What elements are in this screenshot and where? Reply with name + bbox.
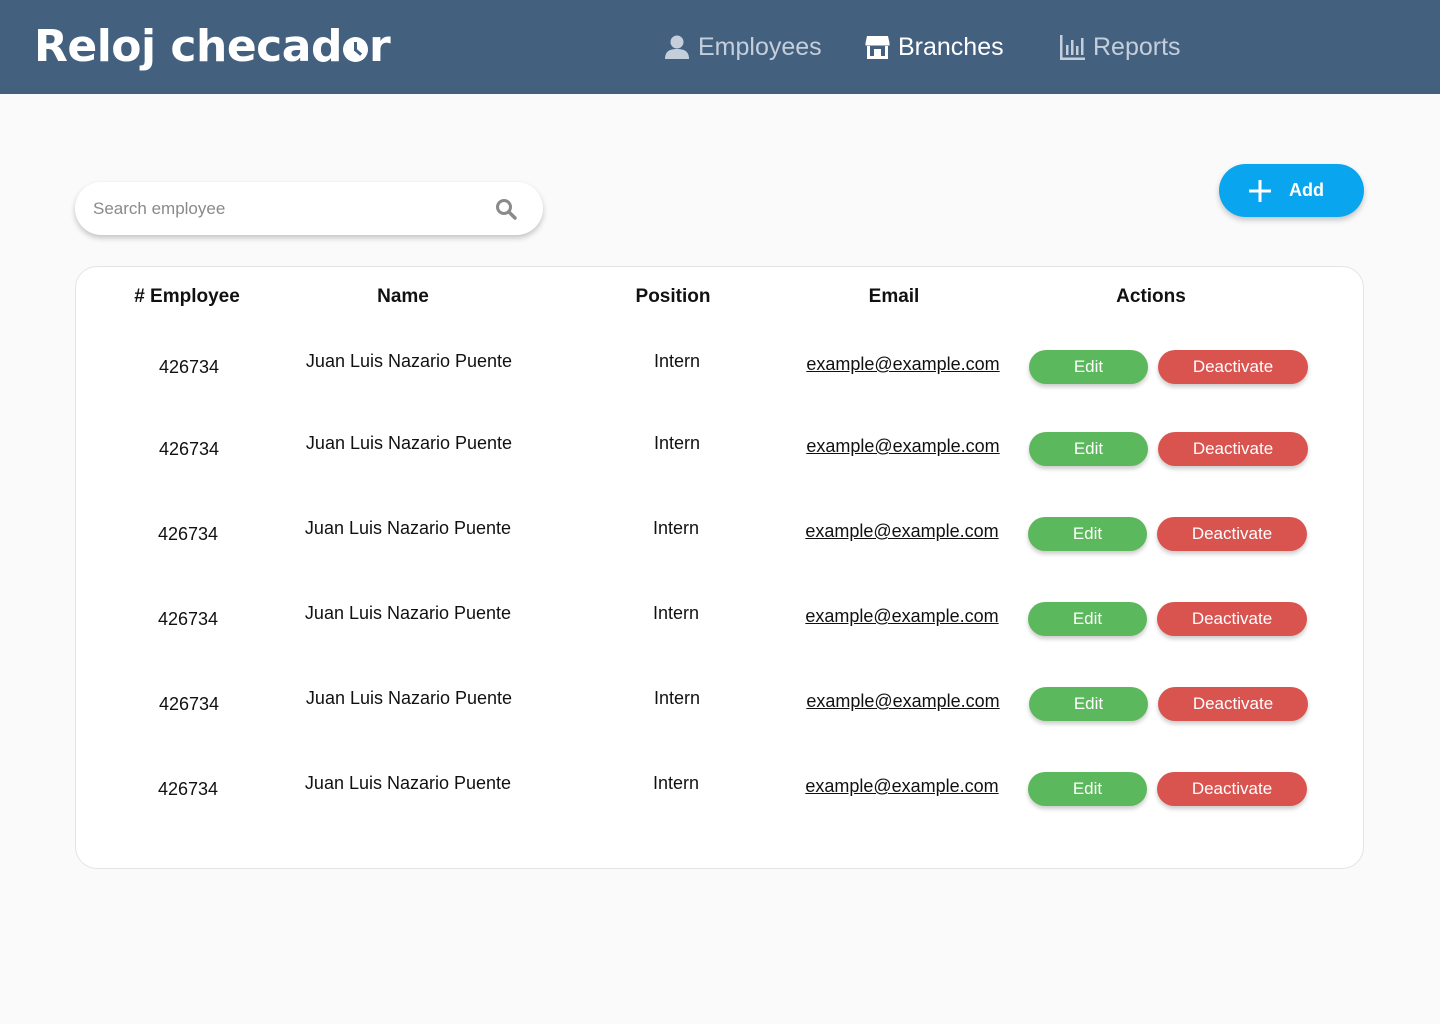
employee-id: 426734	[157, 524, 219, 544]
edit-button[interactable]: Edit	[1029, 687, 1148, 721]
deactivate-button[interactable]: Deactivate	[1157, 772, 1307, 806]
nav-branches[interactable]: Branches	[865, 28, 1004, 66]
employee-email-link[interactable]: example@example.com	[805, 606, 998, 627]
edit-button[interactable]: Edit	[1028, 772, 1147, 806]
edit-button[interactable]: Edit	[1029, 350, 1148, 384]
nav-branches-label: Branches	[898, 32, 1004, 61]
deactivate-button[interactable]: Deactivate	[1158, 350, 1308, 384]
logo-text: Reloj checad	[34, 21, 342, 72]
employee-email-link[interactable]: example@example.com	[806, 691, 999, 712]
column-header-position: Position	[635, 286, 711, 307]
edit-button[interactable]: Edit	[1028, 517, 1147, 551]
search-icon[interactable]	[495, 198, 517, 220]
employee-position: Intern	[653, 688, 701, 708]
store-icon	[865, 36, 890, 59]
nav-employees-label: Employees	[698, 32, 822, 61]
column-header-employee: # Employee	[134, 286, 240, 307]
add-button[interactable]: Add	[1219, 164, 1364, 217]
employee-id: 426734	[158, 439, 220, 459]
column-header-name: Name	[377, 286, 429, 307]
deactivate-button[interactable]: Deactivate	[1157, 517, 1307, 551]
employee-name: Juan Luis Nazario Puente	[304, 518, 512, 538]
column-header-email: Email	[868, 286, 920, 307]
employee-name: Juan Luis Nazario Puente	[305, 351, 513, 371]
deactivate-button[interactable]: Deactivate	[1158, 687, 1308, 721]
deactivate-button[interactable]: Deactivate	[1158, 432, 1308, 466]
employee-position: Intern	[652, 773, 700, 793]
deactivate-button[interactable]: Deactivate	[1157, 602, 1307, 636]
logo-text-end: r	[368, 21, 391, 72]
employee-email-link[interactable]: example@example.com	[806, 436, 999, 457]
user-icon	[665, 35, 689, 59]
employee-email-link[interactable]: example@example.com	[805, 521, 998, 542]
edit-button[interactable]: Edit	[1028, 602, 1147, 636]
employee-id: 426734	[158, 694, 220, 714]
app-logo[interactable]: Reloj checad r	[34, 18, 391, 76]
plus-icon	[1249, 180, 1271, 202]
top-bar: Reloj checad r Employees Branches Reports	[0, 0, 1440, 94]
edit-button[interactable]: Edit	[1029, 432, 1148, 466]
employee-id: 426734	[158, 357, 220, 377]
nav-reports-label: Reports	[1093, 32, 1181, 61]
employee-id: 426734	[157, 609, 219, 629]
employee-name: Juan Luis Nazario Puente	[304, 773, 512, 793]
employee-name: Juan Luis Nazario Puente	[305, 688, 513, 708]
bar-chart-icon	[1060, 34, 1085, 60]
employee-position: Intern	[653, 433, 701, 453]
nav-reports[interactable]: Reports	[1060, 28, 1181, 66]
add-button-label: Add	[1289, 180, 1324, 200]
employee-email-link[interactable]: example@example.com	[805, 776, 998, 797]
clock-icon	[342, 37, 368, 62]
column-header-actions: Actions	[1116, 286, 1186, 307]
employee-name: Juan Luis Nazario Puente	[304, 603, 512, 623]
employee-id: 426734	[157, 779, 219, 799]
employee-name: Juan Luis Nazario Puente	[305, 433, 513, 453]
search-box	[75, 182, 543, 235]
employee-position: Intern	[652, 603, 700, 623]
search-input[interactable]	[93, 182, 473, 235]
employee-position: Intern	[652, 518, 700, 538]
employee-email-link[interactable]: example@example.com	[806, 354, 999, 375]
nav-employees[interactable]: Employees	[664, 28, 822, 66]
employee-position: Intern	[653, 351, 701, 371]
